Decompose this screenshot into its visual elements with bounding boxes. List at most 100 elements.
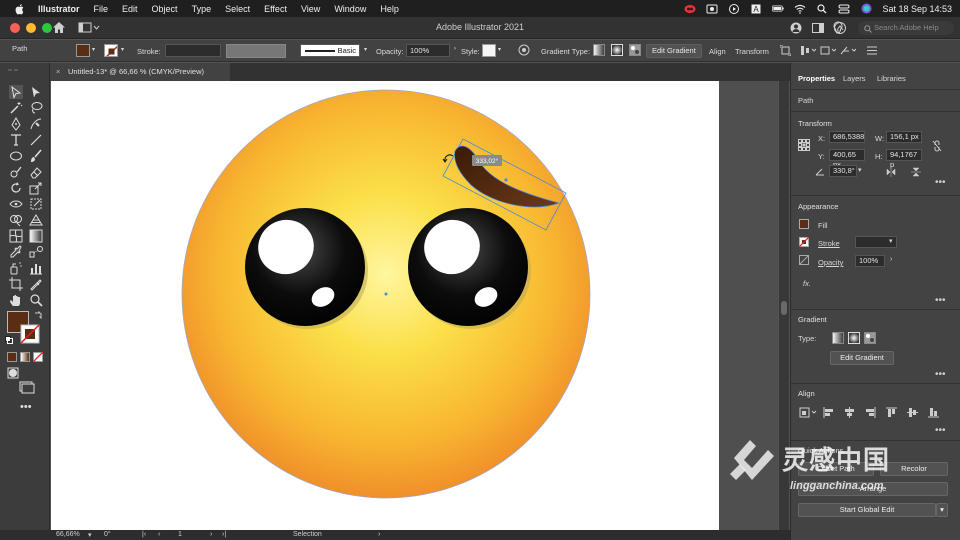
opacity-link[interactable]: Opacity [818, 258, 843, 267]
apple-logo-icon[interactable] [14, 3, 26, 15]
brush-dropdown-chevron-icon[interactable]: ▾ [364, 46, 367, 53]
learn-lightbulb-icon[interactable] [832, 21, 844, 34]
freeform-gradient-icon[interactable] [629, 44, 641, 56]
wifi-icon[interactable] [794, 4, 806, 14]
y-position-field[interactable]: 400,65 px [829, 149, 865, 169]
align-horizontal-center-icon[interactable] [844, 407, 855, 418]
menu-app-name[interactable]: Illustrator [38, 4, 80, 14]
flip-vertical-icon[interactable] [911, 167, 921, 177]
panel-linear-gradient-icon[interactable] [832, 332, 844, 344]
first-artboard-icon[interactable]: |‹ [142, 531, 146, 538]
start-global-edit-button[interactable]: Start Global Edit [798, 503, 936, 517]
toolbar-grip[interactable] [4, 67, 46, 73]
zoom-level-field[interactable]: 66,66% [56, 531, 80, 538]
reference-point-icon[interactable] [798, 139, 810, 151]
creative-cloud-icon[interactable] [684, 4, 696, 14]
blend-tool-icon[interactable] [29, 245, 43, 259]
menu-effect[interactable]: Effect [264, 4, 287, 14]
align-to-selection-icon[interactable] [799, 407, 817, 418]
stroke-color-well[interactable] [20, 324, 40, 344]
opacity-field[interactable]: 100% [406, 44, 450, 57]
last-artboard-icon[interactable]: ›| [222, 531, 226, 538]
default-fill-stroke-icon[interactable] [5, 336, 13, 344]
eraser-tool-icon[interactable] [29, 165, 43, 179]
selection-tool-icon[interactable] [9, 85, 23, 99]
menu-select[interactable]: Select [225, 4, 250, 14]
opacity-chevron-icon[interactable]: › [890, 256, 892, 263]
align-top-icon[interactable] [886, 407, 897, 418]
more-appearance-options-icon[interactable]: ••• [935, 295, 946, 306]
gradient-tool-icon[interactable] [29, 229, 43, 243]
puppet-warp-icon[interactable] [840, 45, 856, 56]
free-transform-tool-icon[interactable] [29, 197, 43, 211]
rotate-angle-field[interactable]: 330,8° [829, 165, 857, 177]
magic-wand-tool-icon[interactable] [9, 101, 23, 115]
transform-link[interactable]: Transform [735, 47, 769, 56]
direct-selection-tool-icon[interactable] [29, 85, 43, 99]
align-distribute-icon[interactable] [800, 45, 816, 56]
line-segment-tool-icon[interactable] [29, 133, 43, 147]
height-field[interactable]: 94,1767 p [886, 149, 922, 169]
screen-mode-icon[interactable] [19, 381, 35, 395]
pen-tool-icon[interactable] [9, 117, 23, 131]
document-tab[interactable]: × Untitled-13* @ 66,66 % (CMYK/Preview) [50, 63, 230, 81]
previous-artboard-icon[interactable]: ‹ [158, 531, 160, 538]
zoom-dropdown-chevron-icon[interactable]: ▾ [88, 531, 92, 539]
play-icon[interactable] [728, 3, 740, 14]
stroke-color-swatch[interactable] [104, 44, 118, 57]
fx-icon[interactable]: fx. [803, 279, 811, 288]
menu-type[interactable]: Type [192, 4, 212, 14]
symbol-sprayer-tool-icon[interactable] [9, 261, 23, 275]
style-dropdown-chevron-icon[interactable]: ▾ [498, 46, 501, 53]
mesh-tool-icon[interactable] [9, 229, 23, 243]
panel-menu-icon[interactable] [866, 45, 878, 56]
constrain-proportions-icon[interactable] [932, 140, 942, 152]
artboard[interactable]: 333,02° [51, 81, 719, 530]
panel-freeform-gradient-icon[interactable] [864, 332, 876, 344]
stroke-link[interactable]: Stroke [818, 239, 840, 248]
variable-width-profile[interactable] [226, 44, 286, 58]
edit-toolbar-icon[interactable]: ••• [20, 401, 32, 413]
recolor-artwork-icon[interactable] [518, 44, 530, 56]
battery-icon[interactable] [772, 4, 785, 14]
close-tab-icon[interactable]: × [56, 63, 60, 81]
next-artboard-icon[interactable]: › [210, 531, 212, 538]
user-account-icon[interactable] [790, 22, 802, 34]
tab-libraries[interactable]: Libraries [877, 74, 906, 83]
align-left-icon[interactable] [823, 407, 834, 418]
canvas-pasteboard[interactable]: 333,02° [51, 81, 778, 530]
panel-radial-gradient-icon[interactable] [848, 332, 860, 344]
spotlight-search-icon[interactable] [816, 3, 828, 14]
fill-dropdown-chevron-icon[interactable]: ▾ [92, 46, 95, 53]
align-link[interactable]: Align [709, 47, 726, 56]
tab-layers[interactable]: Layers [843, 74, 866, 83]
scale-tool-icon[interactable] [29, 181, 43, 195]
adobe-a-icon[interactable]: A [750, 4, 762, 14]
tab-properties[interactable]: Properties [798, 74, 835, 83]
artboard-tool-icon[interactable] [9, 277, 23, 291]
left-eye[interactable] [245, 208, 365, 326]
x-position-field[interactable]: 686,5388 [829, 131, 865, 143]
status-chevron-icon[interactable]: › [378, 531, 380, 538]
gradient-mode-button[interactable] [20, 352, 30, 362]
siri-icon[interactable] [860, 3, 872, 14]
rotate-tool-icon[interactable] [9, 181, 23, 195]
help-search-input[interactable]: Search Adobe Help [858, 21, 954, 35]
curvature-tool-icon[interactable] [29, 117, 43, 131]
slice-tool-icon[interactable] [29, 277, 43, 291]
lasso-tool-icon[interactable] [29, 101, 43, 115]
none-mode-button[interactable] [33, 352, 43, 362]
emoji-artwork[interactable]: 333,02° [51, 81, 719, 530]
linear-gradient-icon[interactable] [593, 44, 605, 56]
fill-color-swatch[interactable] [76, 44, 90, 57]
radial-gradient-icon[interactable] [611, 44, 623, 56]
paintbrush-tool-icon[interactable] [29, 149, 43, 163]
menu-object[interactable]: Object [152, 4, 178, 14]
menubar-clock[interactable]: Sat 18 Sep 14:53 [882, 4, 952, 14]
appearance-fill-swatch[interactable] [799, 219, 809, 229]
flip-horizontal-icon[interactable] [886, 167, 896, 177]
control-center-icon[interactable] [838, 4, 850, 14]
menu-file[interactable]: File [94, 4, 109, 14]
menu-window[interactable]: Window [334, 4, 366, 14]
width-field[interactable]: 156,1 px [886, 131, 922, 143]
